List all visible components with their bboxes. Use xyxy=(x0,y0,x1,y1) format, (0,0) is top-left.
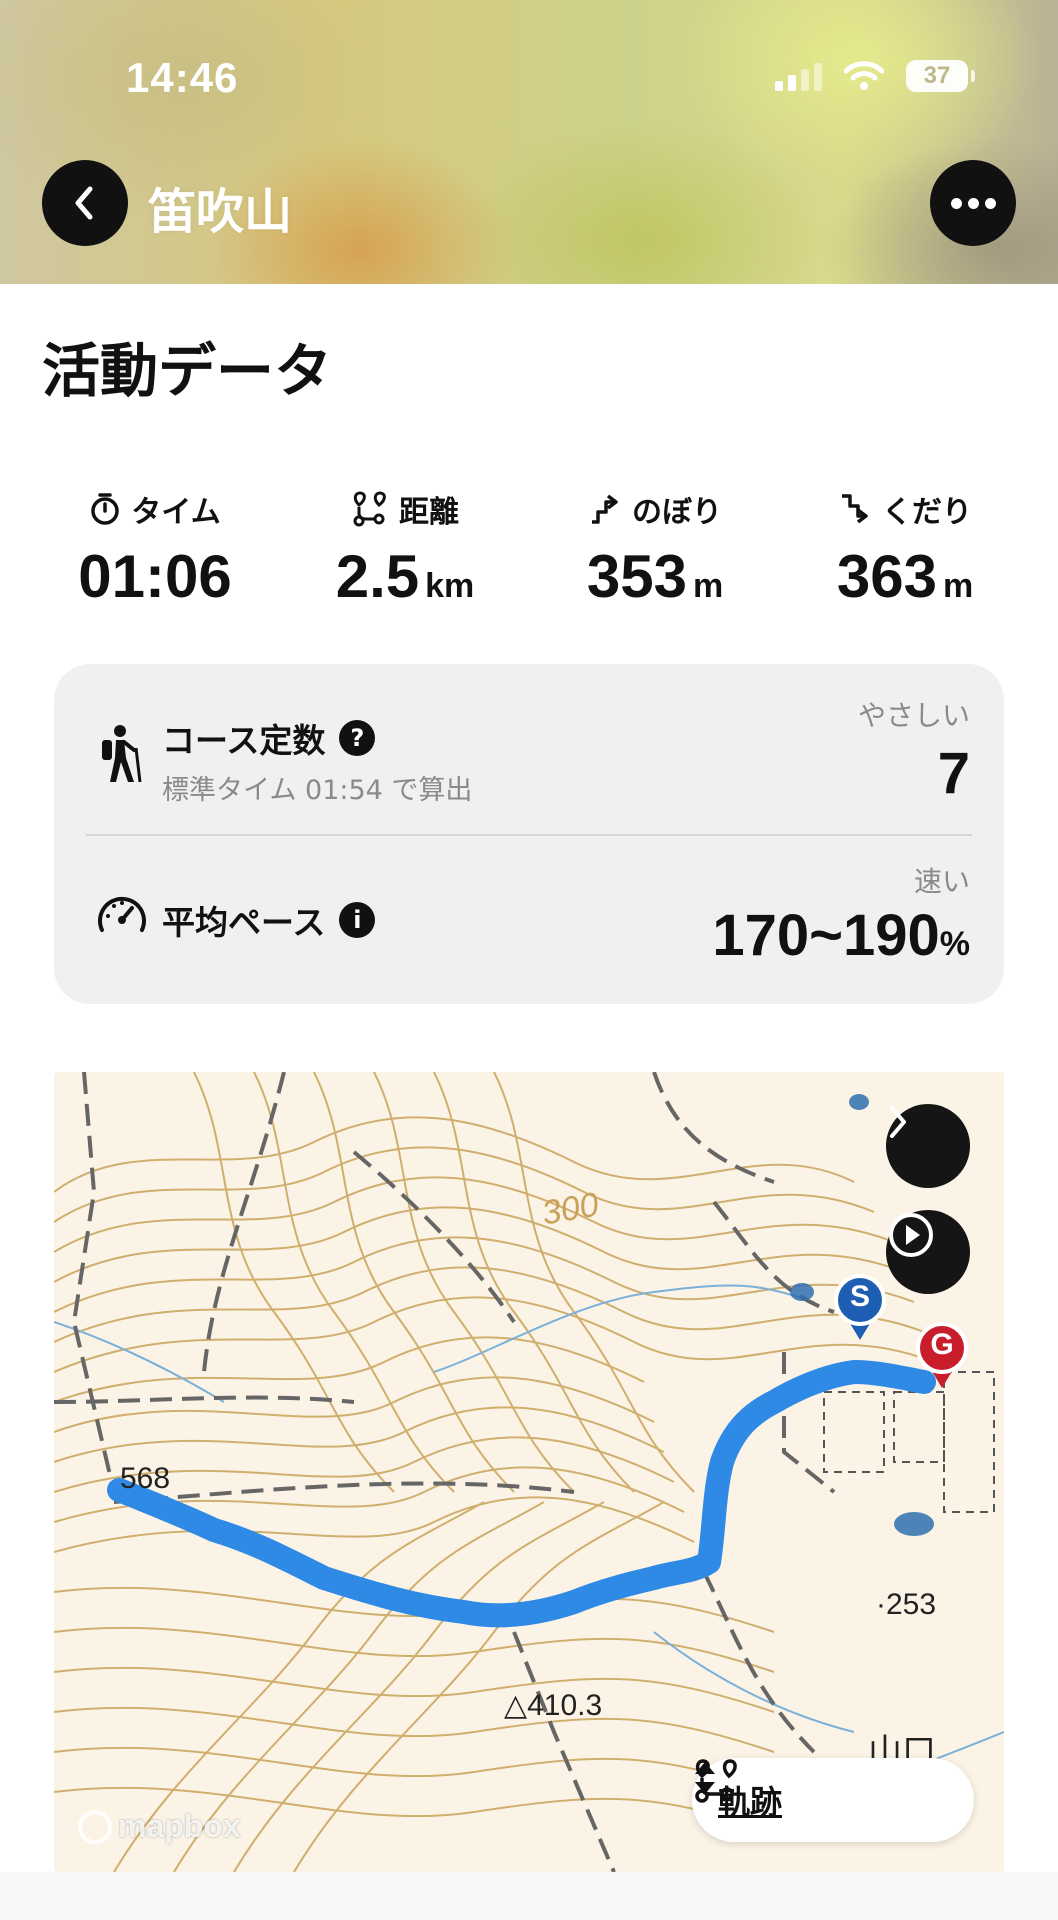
stat-unit: m xyxy=(692,567,724,605)
stat-label: タイム xyxy=(131,495,221,530)
pace-title: 平均ペース xyxy=(162,903,326,942)
speedometer-icon xyxy=(98,896,146,932)
divider xyxy=(86,834,972,836)
page-title: 笛吹山 xyxy=(148,184,293,240)
question-icon[interactable]: ? xyxy=(339,720,376,756)
course-title: コース定数 xyxy=(162,721,326,760)
ellipsis-icon xyxy=(950,197,962,209)
stat-time: タイム 01:06 xyxy=(30,486,280,611)
stat-value: 363 xyxy=(836,543,937,610)
stat-label: 距離 xyxy=(399,495,459,530)
topographic-map xyxy=(54,1072,1004,1872)
elevation-label: 568 xyxy=(120,1462,171,1495)
pace-tag: 速い xyxy=(913,865,970,898)
summary-card: コース定数 ? 標準タイム 01:54 で算出 やさしい 7 平均ペース i 速… xyxy=(54,664,1004,1004)
stat-label: くだり xyxy=(882,495,972,530)
pace-number: 170~190 xyxy=(712,903,940,968)
cellular-signal-icon xyxy=(775,61,822,91)
info-icon[interactable]: i xyxy=(339,902,376,938)
stat-unit: km xyxy=(425,567,475,605)
mapbox-logo: mapbox xyxy=(78,1808,241,1845)
section-title: 活動データ xyxy=(42,337,333,405)
back-button[interactable] xyxy=(42,160,128,246)
triangulation-label: △410.3 xyxy=(504,1689,603,1722)
pace-value: 170~190% xyxy=(712,902,970,969)
stat-value: 2.5 xyxy=(335,543,420,610)
course-subtitle: 標準タイム 01:54 で算出 xyxy=(162,775,473,806)
course-constant-value: 7 xyxy=(937,741,970,806)
status-time: 14:46 xyxy=(126,54,239,101)
bottom-area xyxy=(0,1872,1058,1920)
stat-label: のぼり xyxy=(632,495,722,530)
difficulty-label: やさしい xyxy=(857,699,970,732)
battery-icon: 37 xyxy=(906,60,975,92)
sort-arrows-icon xyxy=(695,1762,715,1794)
route-map[interactable]: 300 568 ·253 △410.3 山口 S G mapbox 軌跡 xyxy=(54,1072,1004,1872)
pace-title-row: 平均ペース i xyxy=(162,896,376,944)
status-icons: 37 xyxy=(775,60,975,92)
mapbox-icon xyxy=(78,1809,112,1844)
route-icon xyxy=(353,491,386,527)
stat-unit: m xyxy=(942,567,974,605)
pace-unit: % xyxy=(939,925,970,963)
stat-value: 353 xyxy=(586,543,687,610)
map-play-button[interactable] xyxy=(886,1210,970,1294)
stat-value: 01:06 xyxy=(78,543,232,610)
stat-descent: くだり 363 m xyxy=(780,486,1030,611)
start-marker-label: S xyxy=(849,1280,870,1313)
track-selector[interactable]: 軌跡 xyxy=(692,1758,974,1842)
elevation-label: ·253 xyxy=(876,1588,937,1621)
more-button[interactable] xyxy=(930,160,1016,246)
stat-ascent: のぼり 353 m xyxy=(530,486,780,611)
stopwatch-icon xyxy=(91,493,120,525)
wifi-icon xyxy=(844,61,884,90)
descent-icon xyxy=(842,494,868,524)
map-expand-button[interactable] xyxy=(886,1104,970,1188)
stats-row: タイム 01:06 距離 2.5 km のぼり 353 m くだり 363 m xyxy=(30,486,1030,616)
stat-distance: 距離 2.5 km xyxy=(280,486,530,611)
ascent-icon xyxy=(592,494,618,524)
mapbox-text: mapbox xyxy=(118,1808,241,1844)
play-icon xyxy=(889,1213,933,1257)
course-constant-title: コース定数 ? xyxy=(162,714,376,762)
chevron-left-icon xyxy=(75,186,93,220)
chevron-right-icon xyxy=(890,1106,906,1138)
goal-marker-label: G xyxy=(930,1328,954,1361)
header-background: 14:46 37 笛吹山 xyxy=(0,0,1058,284)
hiker-icon xyxy=(102,725,142,783)
track-label: 軌跡 xyxy=(718,1783,783,1821)
